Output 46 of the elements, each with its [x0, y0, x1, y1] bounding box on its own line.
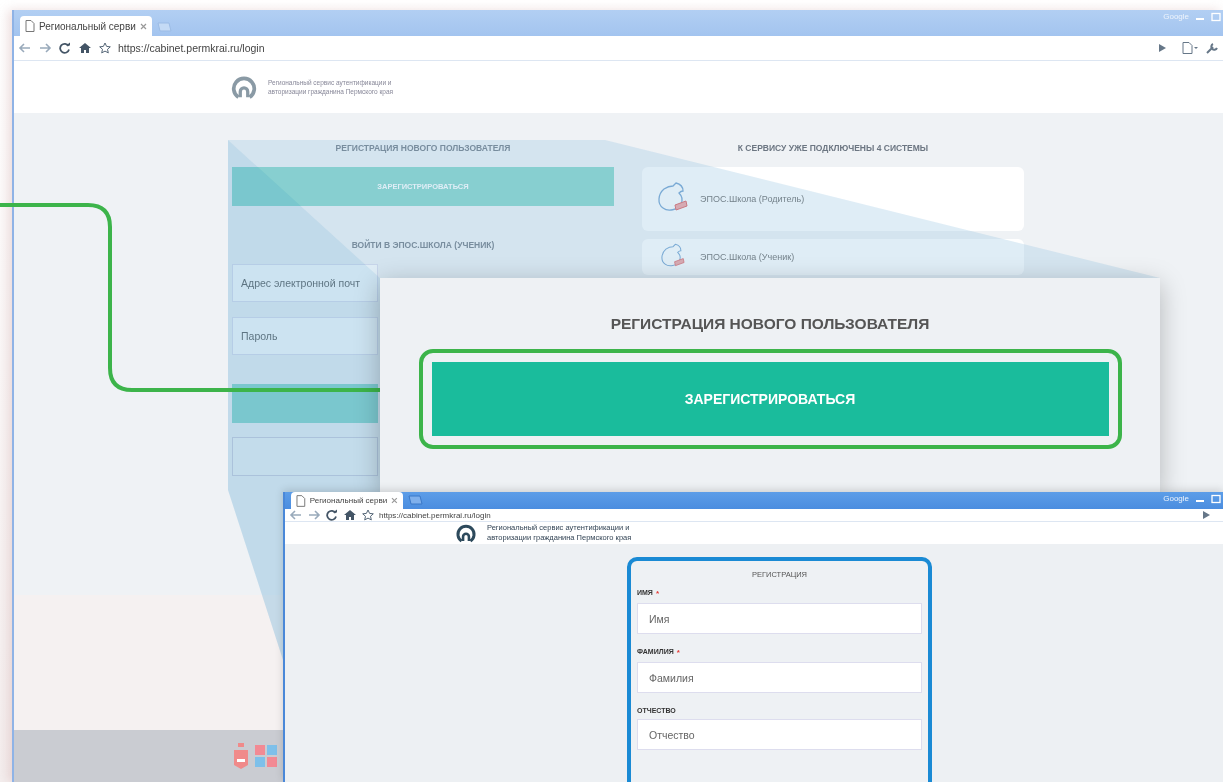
section-heading: К СЕРВИСУ УЖЕ ПОДКЛЮЧЕНЫ 4 СИСТЕМЫ [736, 143, 930, 153]
section-heading: ВОЙТИ В ЭПОС.ШКОЛА (УЧЕНИК) [350, 240, 496, 250]
home-icon[interactable] [343, 509, 357, 521]
system-name: ЭПОС.Школа (Родитель) [700, 194, 805, 204]
maximize-icon[interactable] [1209, 12, 1223, 22]
wrench-icon[interactable] [1205, 42, 1219, 54]
url-text: https://cabinet.permkrai.ru/login [379, 510, 491, 520]
page-icon [296, 494, 306, 507]
input-field[interactable]: Имя [637, 603, 922, 634]
star-icon[interactable] [361, 509, 375, 521]
close-icon[interactable] [140, 22, 147, 30]
url-text: https://cabinet.permkrai.ru/login [118, 42, 265, 54]
star-icon[interactable] [98, 42, 112, 54]
address-bar[interactable]: https://cabinet.permkrai.ru/login [379, 510, 1219, 520]
required-mark: * [676, 648, 680, 657]
back-arrow-icon[interactable] [18, 42, 32, 54]
browser-tab[interactable]: Региональный серви [20, 16, 152, 36]
coat-of-arms-icon [232, 741, 250, 771]
system-card[interactable]: ЭПОС.Школа (Ученик) [642, 239, 1024, 275]
tiles-icon [254, 744, 278, 768]
tab-title: Региональный серви [309, 496, 388, 505]
system-card[interactable]: ЭПОС.Школа (Родитель) [642, 167, 1024, 231]
close-icon[interactable] [391, 497, 398, 504]
page-menu-icon[interactable] [1181, 42, 1199, 54]
required-mark: * [655, 589, 660, 598]
input-field[interactable]: Адрес электронной почт [232, 264, 378, 302]
reload-icon[interactable] [325, 509, 339, 521]
home-icon[interactable] [78, 42, 92, 54]
browser-tab[interactable]: Региональный серви [291, 492, 403, 509]
input-field[interactable]: Пароль [232, 317, 378, 355]
input-field[interactable]: Отчество [637, 719, 922, 750]
address-bar[interactable]: https://cabinet.permkrai.ru/login [118, 42, 1175, 54]
section-heading: РЕГИСТРАЦИЯ НОВОГО ПОЛЬЗОВАТЕЛЯ [610, 315, 930, 333]
new-tab-button[interactable] [407, 495, 423, 505]
logo-icon [455, 522, 477, 544]
reload-icon[interactable] [58, 42, 72, 54]
page-icon [25, 20, 35, 32]
window-label: Google [1163, 494, 1189, 503]
back-arrow-icon[interactable] [289, 509, 303, 521]
input-field[interactable]: Фамилия [637, 662, 922, 693]
maximize-icon[interactable] [1209, 494, 1223, 504]
tab-title: Региональный серви [39, 20, 136, 32]
system-name: ЭПОС.Школа (Ученик) [700, 252, 795, 262]
forward-arrow-icon[interactable] [38, 42, 52, 54]
play-icon[interactable] [1157, 43, 1167, 53]
section-heading: РЕГИСТРАЦИЯ НОВОГО ПОЛЬЗОВАТЕЛЯ [334, 143, 512, 153]
